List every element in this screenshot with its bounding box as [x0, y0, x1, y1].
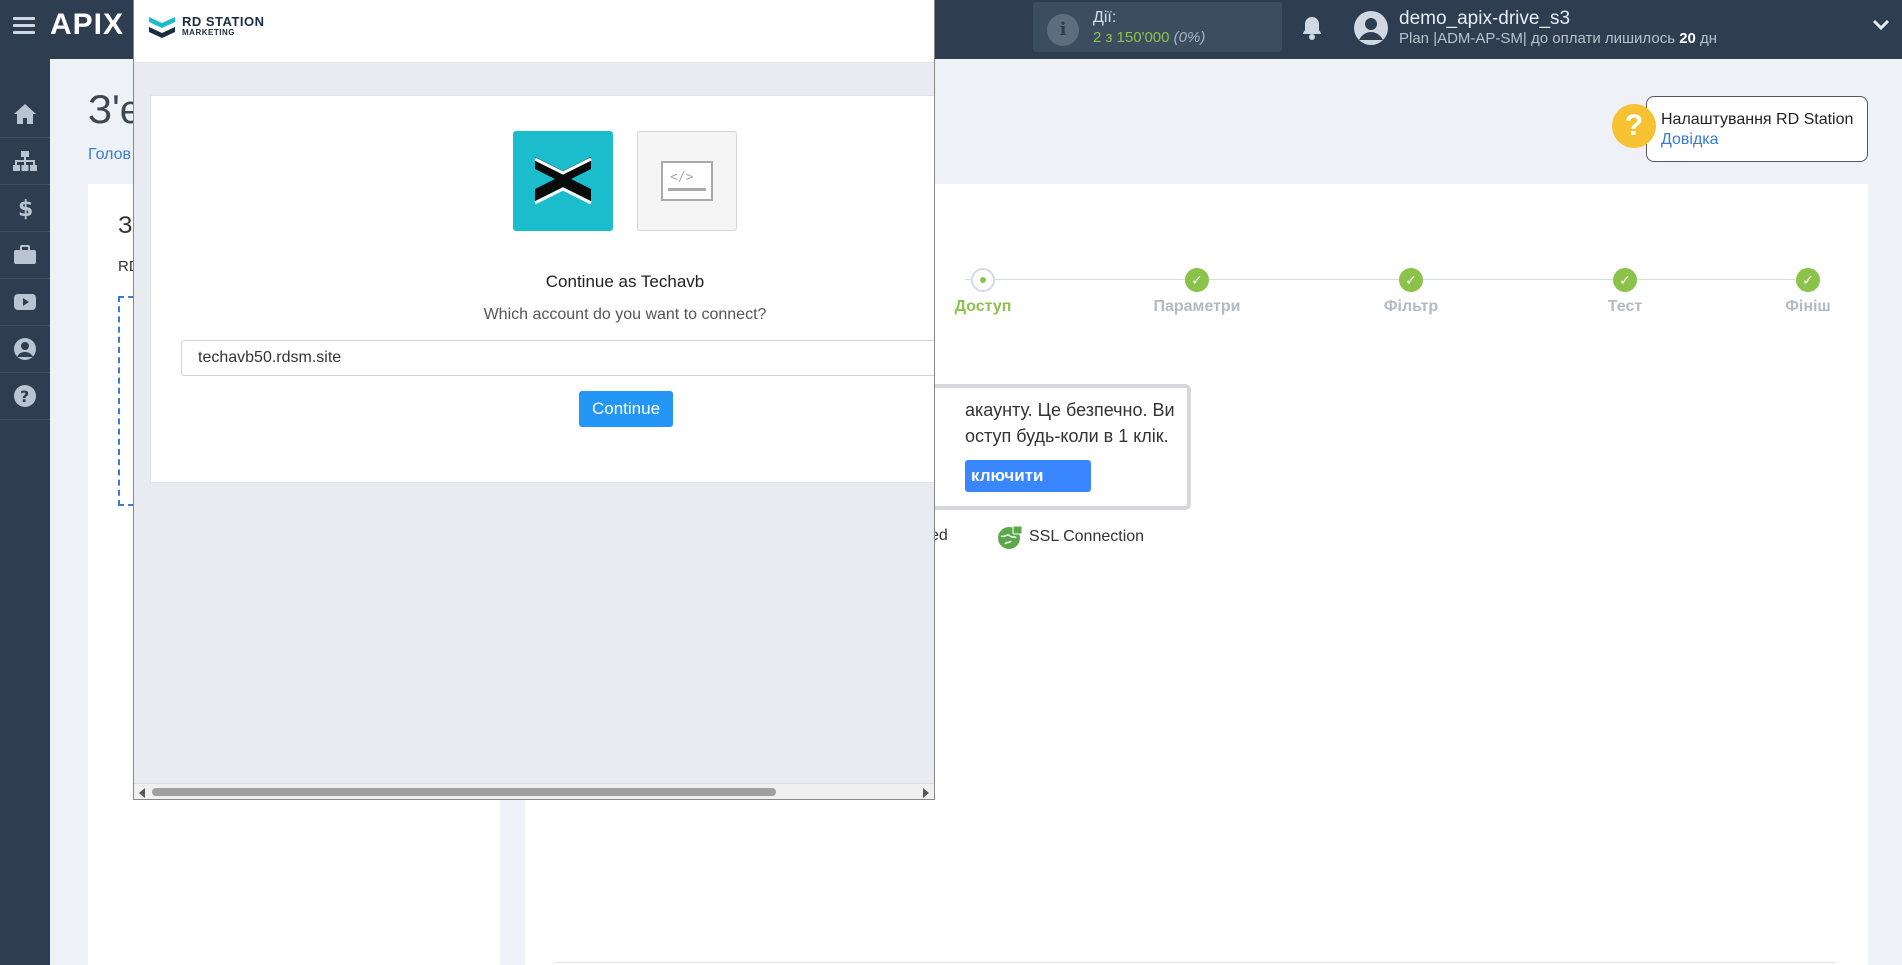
sidebar-item-video[interactable] [0, 279, 50, 326]
svg-text:</>: </> [670, 170, 694, 185]
ssl-label: SSL Connection [1029, 528, 1145, 545]
ssl-globe-icon [998, 525, 1023, 549]
scroll-right-icon[interactable] [923, 788, 929, 798]
sidebar-item-account[interactable] [0, 326, 50, 373]
breadcrumb[interactable]: Голов [88, 146, 131, 164]
step-finish[interactable]: ✓ Фініш [1748, 268, 1868, 316]
user-circle-icon [14, 338, 36, 360]
rd-station-icon [149, 17, 175, 38]
popup-header: RD STATION MARKETING [134, 0, 934, 63]
plan-text: Plan |ADM-AP-SM| до оплати лишилось [1399, 30, 1676, 47]
ssl-badge: SSL Connection [997, 524, 1144, 550]
youtube-icon [14, 294, 36, 310]
sidebar: $ ? [0, 59, 50, 965]
step-parameters[interactable]: ✓ Параметри [1137, 268, 1257, 316]
sidebar-item-connections[interactable] [0, 138, 50, 185]
step-access[interactable]: Доступ [923, 268, 1043, 316]
home-icon [14, 104, 36, 124]
actions-percent: (0%) [1173, 29, 1206, 46]
step-label: Доступ [954, 298, 1012, 315]
code-icon: </> [661, 161, 713, 201]
svg-text:?: ? [20, 387, 29, 406]
actions-counter[interactable]: i Дії: 2 з 150'000 (0%) [1033, 2, 1282, 52]
step-label: Фініш [1785, 298, 1831, 315]
actions-value: 2 з 150'000 (0%) [1093, 29, 1205, 46]
bell-icon[interactable] [1300, 15, 1324, 46]
help-icon: ? [14, 385, 36, 407]
step-label: Тест [1607, 298, 1643, 315]
info-icon: i [1047, 14, 1079, 46]
chevron-down-icon[interactable] [1872, 18, 1890, 37]
sidebar-item-billing[interactable]: $ [0, 185, 50, 232]
step-test[interactable]: ✓ Тест [1565, 268, 1685, 316]
rd-brand-line2: MARKETING [182, 28, 235, 37]
step-label: Параметри [1153, 298, 1241, 315]
account-select[interactable]: techavb50.rdsm.site [181, 340, 934, 376]
code-app-tile: </> [637, 131, 737, 231]
connect-button[interactable]: ключити [965, 460, 1091, 492]
rd-app-icon [534, 157, 592, 205]
scroll-thumb[interactable] [152, 788, 776, 796]
svg-text:$: $ [18, 197, 33, 220]
help-box[interactable]: Налаштування RD Station Довідка [1646, 96, 1868, 162]
help-link[interactable]: Довідка [1661, 131, 1719, 149]
app-logo[interactable]: APIX [50, 8, 124, 42]
oauth-popup: RD STATION MARKETING </> Continue as Tec… [133, 0, 935, 800]
actions-label: Дії: [1093, 9, 1117, 26]
days-unit: дн [1700, 30, 1718, 47]
user-name[interactable]: demo_apix-drive_s3 [1399, 8, 1570, 30]
check-icon: ✓ [1796, 268, 1820, 292]
sidebar-item-home[interactable] [0, 91, 50, 138]
menu-icon[interactable] [13, 17, 35, 35]
rd-brand-line1: RD STATION [182, 14, 265, 29]
check-icon: ✓ [1613, 268, 1637, 292]
rd-station-logo: RD STATION MARKETING [148, 14, 265, 38]
step-label: Фільтр [1383, 298, 1439, 315]
scroll-left-icon[interactable] [139, 788, 145, 798]
left-card-title: З [118, 212, 133, 239]
dollar-icon: $ [18, 197, 33, 220]
continue-as-text: Continue as Techavb [545, 272, 705, 291]
horizontal-scrollbar[interactable] [134, 783, 934, 799]
check-icon: ✓ [1399, 268, 1423, 292]
user-plan: Plan |ADM-AP-SM| до оплати лишилось 20 д… [1399, 30, 1717, 47]
briefcase-icon [14, 245, 36, 264]
which-account-text: Which account do you want to connect? [483, 306, 767, 323]
check-icon: ✓ [1185, 268, 1209, 292]
logo-text: APIX [50, 8, 125, 41]
actions-count: 2 з 150'000 [1093, 29, 1170, 46]
avatar[interactable] [1353, 10, 1389, 46]
rd-app-tile [513, 131, 613, 231]
divider [555, 962, 1835, 963]
access-text-line2: оступ будь-коли в 1 клік. [965, 426, 1169, 446]
days-left: 20 [1679, 30, 1696, 47]
help-title: Налаштування RD Station [1661, 111, 1854, 128]
sidebar-item-services[interactable] [0, 232, 50, 279]
sidebar-item-help[interactable]: ? [0, 373, 50, 420]
access-text-line1: акаунту. Це безпечно. Ви [965, 400, 1175, 420]
sitemap-icon [13, 151, 37, 171]
help-circle-icon[interactable]: ? [1612, 104, 1656, 148]
step-current-icon [971, 268, 995, 292]
continue-button[interactable]: Continue [579, 391, 673, 427]
consent-card: </> Continue as Techavb Which account do… [150, 95, 934, 483]
step-filter[interactable]: ✓ Фільтр [1351, 268, 1471, 316]
